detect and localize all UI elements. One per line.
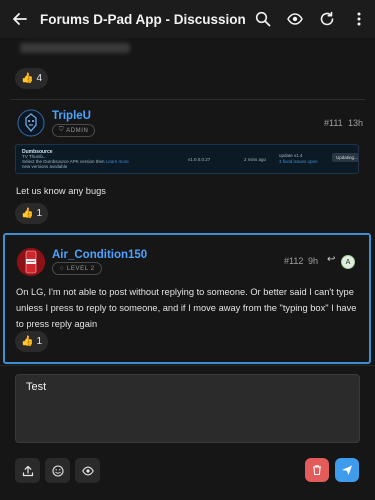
upload-button[interactable] [15,458,40,483]
more-options-button[interactable] [343,0,375,38]
back-button[interactable] [0,0,40,38]
refresh-button[interactable] [311,0,343,38]
preview-button[interactable] [75,458,100,483]
lion-logo-icon [17,109,45,137]
upload-icon [22,465,33,476]
previous-post-reaction-button[interactable]: 👍 4 [15,68,49,89]
reply-textarea[interactable]: Test [15,374,360,443]
previous-post-text-blurred [20,43,130,53]
user-badge: ♢ LEVEL 2 [52,262,102,275]
send-icon [342,465,352,475]
post-number: #112 [284,256,304,266]
shield-icon: ⛉ [59,127,65,133]
avatar[interactable] [17,248,45,276]
post-time: 9h [308,256,319,266]
search-button[interactable] [247,0,279,38]
app-bar: Forums D-Pad App - Discussion [0,0,375,38]
banner-version: v1.0.0.0.27 [188,157,211,162]
badge-label: LEVEL 2 [66,265,95,272]
banner-time: 2 mins ago [244,157,267,162]
post-body: On LG, I'm not able to post without repl… [16,287,357,329]
embedded-screenshot: Dumbsource TV Thumb... Select the Dumbso… [15,144,359,174]
level-icon: ♢ [59,266,65,272]
reply-to-avatar[interactable]: A [341,255,355,269]
back-arrow-icon [13,13,27,25]
banner-button: Updating... [332,153,358,162]
send-button[interactable] [335,458,359,482]
avatar[interactable] [17,109,45,137]
banner-line: new versions available [22,164,68,169]
reply-arrow-icon[interactable]: ↩ [327,254,335,265]
discard-button[interactable] [305,458,329,482]
refresh-icon [320,11,334,26]
reply-to-avatar-letter: A [345,258,351,266]
reaction-count: 1 [36,208,43,219]
thumbs-up-icon: 👍 [21,208,34,219]
eye-icon [81,466,94,475]
badge-label: ADMIN [66,127,89,134]
banner-update-sub: 3 fixed issues open [279,159,318,164]
page-title: Forums D-Pad App - Discussion [40,11,246,27]
post-divider [10,99,365,100]
emoji-button[interactable] [45,458,70,483]
post-number: #111 [324,118,343,128]
user-badge: ⛉ ADMIN [52,124,96,137]
search-icon [255,11,271,27]
watch-button[interactable] [279,0,311,38]
reaction-button[interactable]: 👍 1 [15,331,49,352]
banner-update-title: update v1.4 [279,153,303,158]
banner-link: Learn more [105,159,129,164]
post-username[interactable]: TripleU [52,110,91,122]
eye-icon [287,13,303,25]
thumbs-up-icon: 👍 [21,336,34,347]
reaction-button[interactable]: 👍 1 [15,203,49,224]
soda-can-icon [17,248,45,276]
reaction-count: 4 [36,73,43,84]
reaction-count: 1 [36,336,43,347]
post-username[interactable]: Air_Condition150 [52,249,147,261]
post-body: Let us know any bugs [16,186,106,196]
trash-icon [313,465,321,476]
more-vertical-icon [357,12,361,26]
emoji-icon [51,464,64,477]
post-time: 13h [348,118,364,128]
thumbs-up-icon: 👍 [21,73,34,84]
